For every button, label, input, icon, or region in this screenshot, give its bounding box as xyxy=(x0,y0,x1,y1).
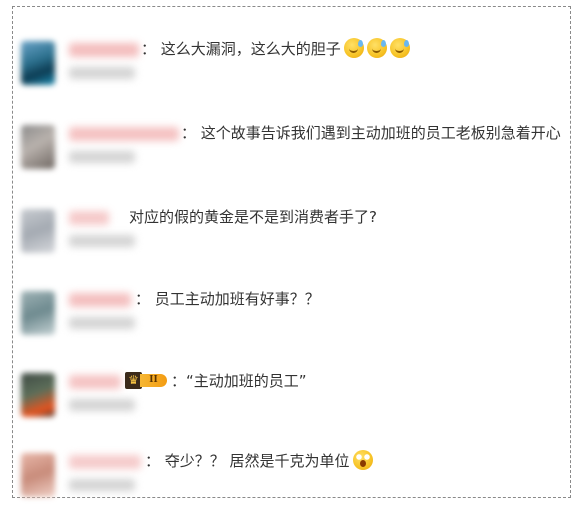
comment-text: ： 夺少？？ 居然是千克为单位 xyxy=(145,452,350,470)
comment-meta-redacted xyxy=(69,151,135,163)
comment-text-line: ： 夺少？？ 居然是千克为单位 xyxy=(145,450,373,472)
vip-level-badge[interactable]: ♛ II xyxy=(125,372,167,389)
comment-text: 对应的假的黄金是不是到消费者手了? xyxy=(129,208,377,226)
comment-text-line: 对应的假的黄金是不是到消费者手了? xyxy=(129,206,377,228)
username-redacted[interactable] xyxy=(69,127,179,141)
comment-text: ： 这个故事告诉我们遇到主动加班的员工老板别急着开心 xyxy=(181,124,561,142)
avatar[interactable] xyxy=(21,41,55,85)
comment-text-line: ： 这么大漏洞，这么大的胆子 xyxy=(141,38,410,60)
sweat-emoji-icon xyxy=(389,38,410,58)
comment-meta-redacted xyxy=(69,235,135,247)
sweat-emoji-icon xyxy=(366,38,387,58)
comment-text-line: ♛ II ：“主动加班的员工” xyxy=(125,370,307,392)
comment-meta-redacted xyxy=(69,399,135,411)
comment-text: ： 员工主动加班有好事？？ xyxy=(135,290,320,308)
comment-text: ：“主动加班的员工” xyxy=(171,372,307,390)
sweat-emoji-icon xyxy=(343,38,364,58)
comment-text-line: ： 这个故事告诉我们遇到主动加班的员工老板别急着开心 xyxy=(181,122,561,144)
comment-text: ： 这么大漏洞，这么大的胆子 xyxy=(141,40,341,58)
comment-meta-redacted xyxy=(69,67,135,79)
comment-meta-redacted xyxy=(69,479,135,491)
username-redacted[interactable] xyxy=(69,211,109,225)
shocked-emoji-icon xyxy=(352,450,373,470)
comment-item: ： 员工主动加班有好事？？ xyxy=(13,285,570,355)
comment-item: ♛ II ：“主动加班的员工” xyxy=(13,367,570,437)
avatar[interactable] xyxy=(21,209,55,253)
comment-item: 对应的假的黄金是不是到消费者手了? xyxy=(13,203,570,273)
comment-item: ： 这么大漏洞，这么大的胆子 xyxy=(13,35,570,105)
level-label: II xyxy=(140,374,167,387)
comment-list: ： 这么大漏洞，这么大的胆子 ： 这个故事告诉我们遇到主动加班的员工老板别急着开… xyxy=(12,6,571,498)
avatar[interactable] xyxy=(21,453,55,497)
avatar[interactable] xyxy=(21,125,55,169)
avatar[interactable] xyxy=(21,373,55,417)
username-redacted[interactable] xyxy=(69,293,131,307)
username-redacted[interactable] xyxy=(69,455,141,469)
comment-item: ： 夺少？？ 居然是千克为单位 xyxy=(13,447,570,517)
username-redacted[interactable] xyxy=(69,43,139,57)
username-redacted[interactable] xyxy=(69,375,121,389)
comment-text-line: ： 员工主动加班有好事？？ xyxy=(135,288,320,310)
comment-meta-redacted xyxy=(69,317,135,329)
avatar[interactable] xyxy=(21,291,55,335)
comment-item: ： 这个故事告诉我们遇到主动加班的员工老板别急着开心 xyxy=(13,119,570,189)
